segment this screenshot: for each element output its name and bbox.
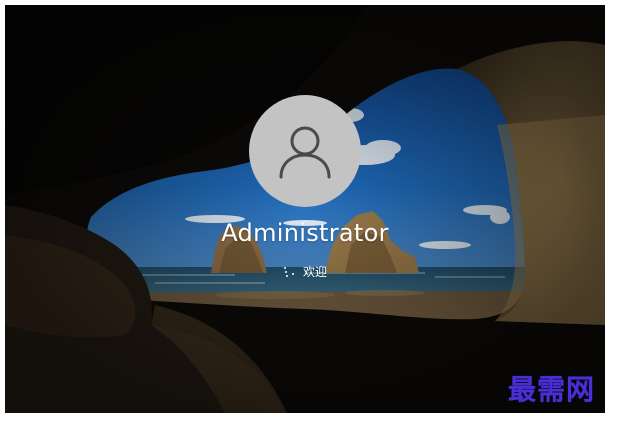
site-watermark: 最需网 <box>508 373 596 406</box>
welcome-text: 欢迎 <box>302 265 327 279</box>
background-wallpaper <box>5 5 605 413</box>
login-status: 欢迎 <box>5 263 605 280</box>
user-name: Administrator <box>221 219 389 247</box>
loading-dots-icon <box>283 265 297 279</box>
lock-screen: Administrator 欢迎 <box>5 5 605 413</box>
user-avatar[interactable] <box>249 95 361 207</box>
user-silhouette-icon <box>279 126 331 179</box>
